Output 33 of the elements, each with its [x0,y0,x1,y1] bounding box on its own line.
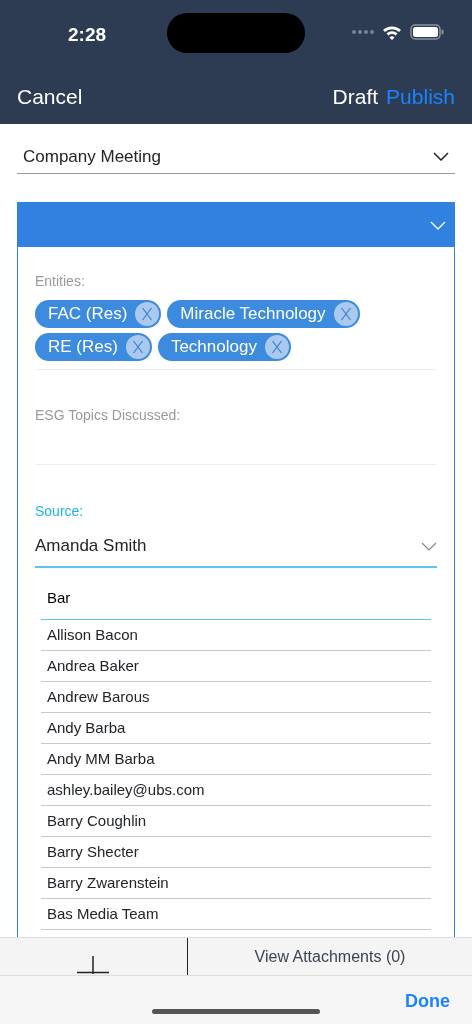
source-option[interactable]: Barry Zwarenstein [41,868,431,899]
draft-button[interactable]: Draft [332,81,379,113]
chevron-down-icon [421,541,437,551]
remove-icon[interactable] [333,302,358,326]
entities-label: Entities: [35,272,86,291]
entity-chip[interactable]: Technology [157,333,291,361]
meeting-type-value: Company Meeting [23,145,161,168]
esg-topics-label: ESG Topics Discussed: [35,406,182,425]
source-option[interactable]: Bas Media Team [41,899,431,930]
entity-chip[interactable]: RE (Res) [35,333,152,361]
remove-icon[interactable] [135,302,160,326]
source-label: Source: [35,502,85,521]
entity-chip[interactable]: FAC (Res) [35,300,162,328]
wifi-icon [382,24,402,40]
chevron-down-icon [433,152,449,161]
source-option[interactable]: ashley.bailey@ubs.com [41,775,431,806]
signal-icon [352,30,374,34]
cancel-button[interactable]: Cancel [17,81,83,113]
source-option[interactable]: Andrew Barous [41,682,431,713]
add-icon[interactable] [77,956,109,974]
source-option[interactable]: Andrea Baker [41,651,431,682]
source-option[interactable]: Andy Barba [41,713,431,744]
source-option[interactable]: Allison Bacon [41,620,431,651]
source-option[interactable]: Barry Coughlin [41,806,431,837]
source-option[interactable]: Andy MM Barba [41,744,431,775]
source-dropdown[interactable]: Amanda Smith [35,526,437,568]
remove-icon[interactable] [264,335,289,359]
status-time: 2:28 [68,23,107,47]
remove-icon[interactable] [125,335,150,359]
source-option[interactable]: Barry Shecter [41,837,431,868]
entity-chip[interactable]: Miracle Technology [167,300,360,328]
battery-icon [410,24,444,40]
meeting-type-dropdown[interactable]: Company Meeting [17,140,455,174]
